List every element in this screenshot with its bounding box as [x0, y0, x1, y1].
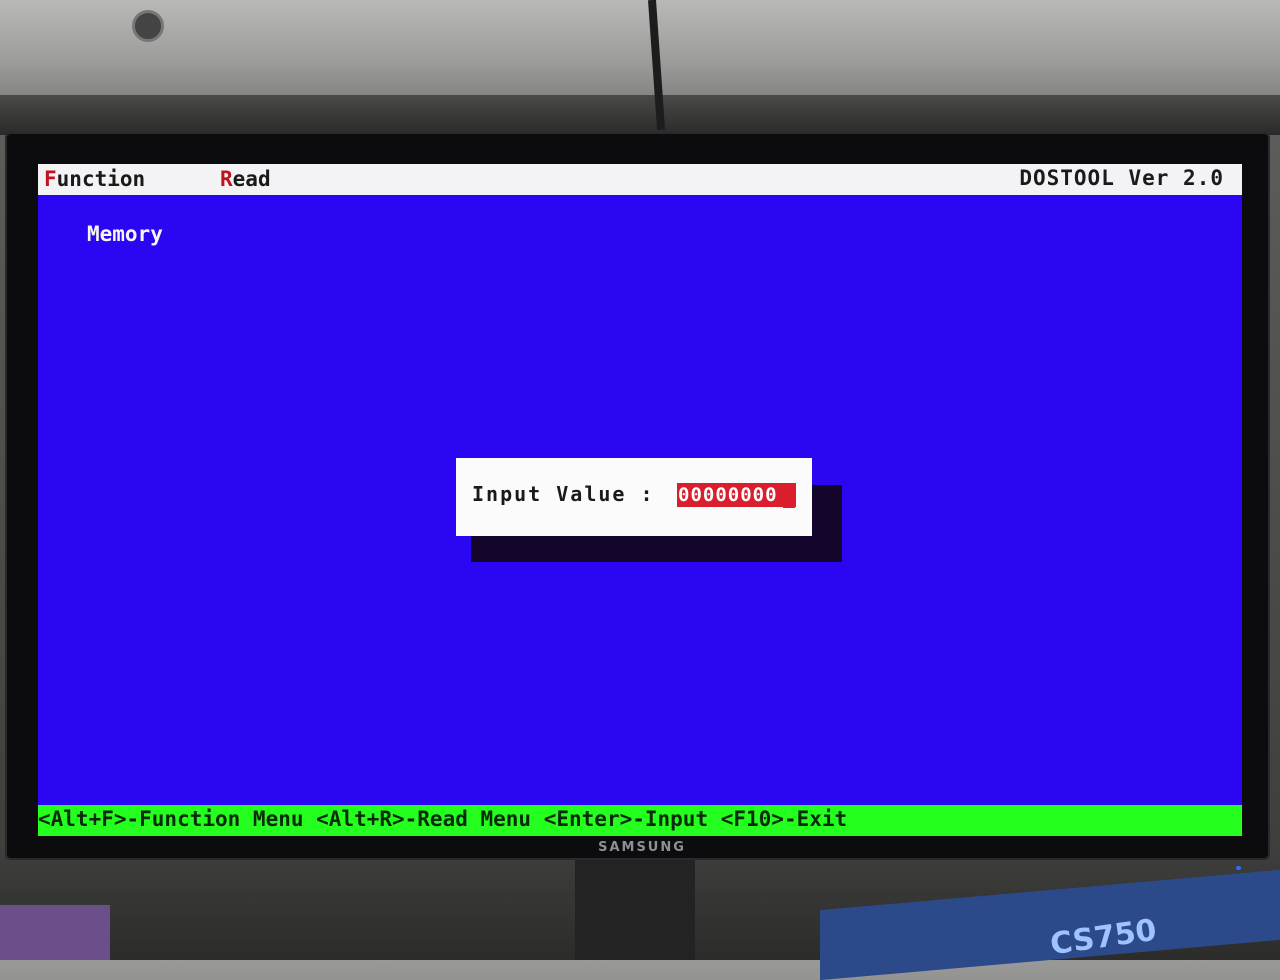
power-led-icon [1236, 866, 1241, 870]
status-bar: <Alt+F>-Function Menu <Alt+R>-Read Menu … [38, 805, 1242, 836]
monitor-brand: SAMSUNG [598, 840, 686, 855]
ceiling-shadow [0, 95, 1280, 135]
desk-device-left [0, 905, 110, 960]
menu-function[interactable]: Function [44, 167, 145, 191]
ceiling-screw [132, 10, 164, 42]
menu-read-label: ead [232, 167, 271, 191]
menu-read-hotkey: R [220, 167, 233, 191]
menu-function-hotkey: F [44, 167, 57, 191]
menu-bar: Function Read DOSTOOL Ver 2.0 [38, 164, 1242, 195]
monitor-stand [575, 860, 695, 960]
section-label: Memory [87, 222, 163, 246]
status-bar-hints: <Alt+F>-Function Menu <Alt+R>-Read Menu … [38, 807, 848, 831]
input-dialog: Input Value : 00000000 [456, 458, 812, 536]
dos-screen: Function Read DOSTOOL Ver 2.0 Memory Inp… [38, 164, 1242, 836]
text-cursor [783, 506, 795, 508]
app-title: DOSTOOL Ver 2.0 [1019, 166, 1224, 190]
input-value-label: Input Value : [472, 482, 655, 506]
input-value-field[interactable]: 00000000 [677, 483, 796, 507]
menu-function-label: unction [56, 167, 146, 191]
menu-read[interactable]: Read [220, 167, 271, 191]
